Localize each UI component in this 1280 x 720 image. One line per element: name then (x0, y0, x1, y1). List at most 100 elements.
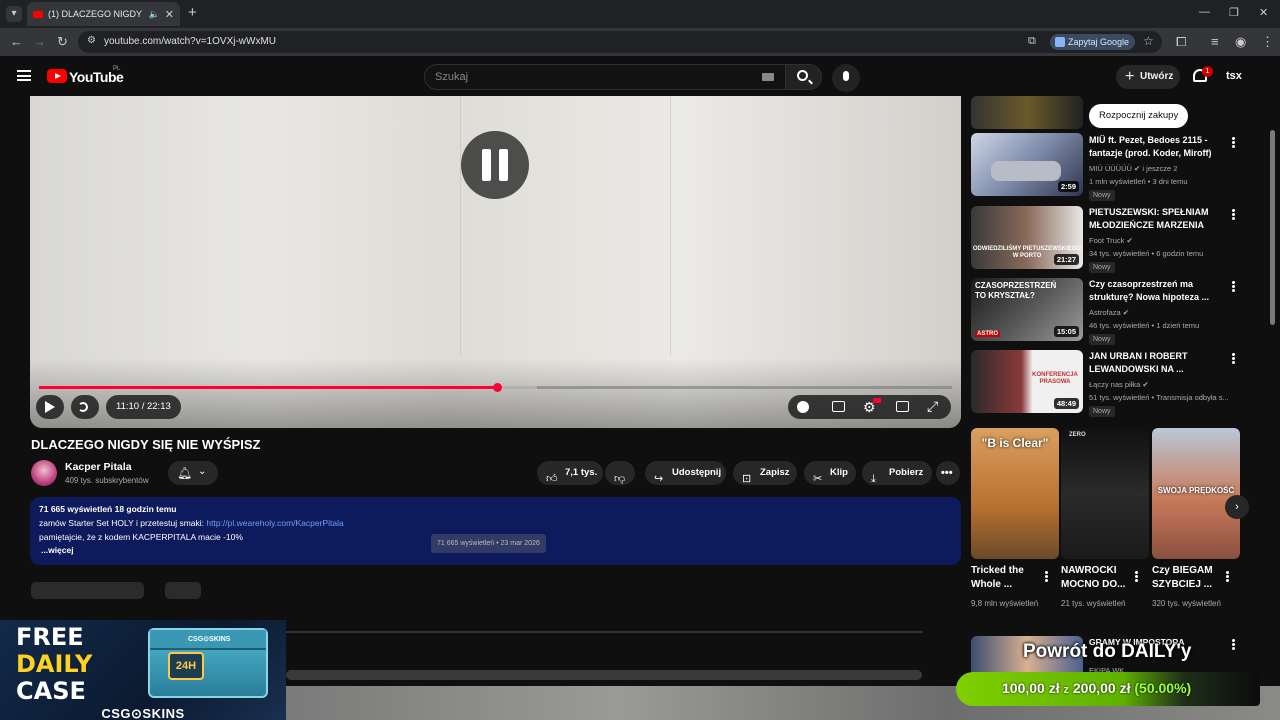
minimize-window-icon[interactable]: — (1199, 6, 1210, 18)
profile-icon[interactable]: ◉ (1235, 34, 1246, 50)
save-button[interactable]: ⊡ Zapisz (733, 461, 797, 485)
url-text[interactable]: youtube.com/watch?v=1OVXj-wWxMU (104, 36, 276, 47)
clip-button[interactable]: ✂ Klip (804, 461, 856, 485)
back-icon[interactable]: ← (10, 34, 23, 49)
video-title[interactable]: PIETUSZEWSKI: SPEŁNIAM MŁODZIEŃCZE MARZE… (1089, 206, 1224, 232)
page-scrollbar[interactable] (1270, 130, 1275, 325)
channel-avatar[interactable] (31, 460, 57, 486)
tab-title: (1) DLACZEGO NIGDY SIĘ N (48, 9, 144, 19)
short-overlay-text: ZERO (1069, 432, 1086, 438)
short-title[interactable]: Tricked the Whole ... (971, 564, 1046, 592)
guide-menu-icon[interactable] (17, 70, 31, 81)
video-title[interactable]: Czy czasoprzestrzeń ma strukturę? Nowa h… (1089, 278, 1224, 304)
video-channel[interactable]: Foot Truck ✔︎ (1089, 234, 1133, 247)
tab-search-dropdown-icon[interactable]: ▾ (6, 6, 22, 22)
video-channel[interactable]: MIÜ ÜÜÜÜÜ ✔︎ i jeszcze 2 (1089, 162, 1177, 175)
fullscreen-icon[interactable]: ⤢ (927, 398, 938, 415)
search-button[interactable] (786, 64, 822, 90)
browser-menu-icon[interactable]: ⋮ (1261, 34, 1274, 50)
subtitles-icon[interactable] (832, 401, 845, 412)
browser-tab-youtube[interactable]: (1) DLACZEGO NIGDY SIĘ N 🔈 ✕ (27, 2, 180, 26)
start-shopping-chip[interactable]: Rozpocznij zakupy (1089, 104, 1189, 128)
mute-button[interactable] (71, 395, 99, 419)
thumbs-down-icon: 👎︎ (614, 473, 626, 485)
extensions-icon[interactable]: ⧠ (1176, 34, 1186, 50)
progress-bar[interactable] (39, 383, 952, 392)
address-bar[interactable]: ⚙ youtube.com/watch?v=1OVXj-wWxMU ⧉ Zapy… (78, 31, 1162, 53)
search-input[interactable] (435, 69, 755, 85)
more-vert-icon[interactable] (1232, 639, 1235, 642)
video-title[interactable]: MIÜ ft. Pezet, Bedoes 2115 - fantazje (p… (1089, 134, 1224, 160)
thumbnail-brand: ASTRO (975, 331, 1000, 337)
video-thumbnail[interactable]: CZASOPRZESTRZEŃ TO KRYSZTAŁ? ASTRO 15:05 (971, 278, 1083, 341)
site-info-icon[interactable]: ⚙ (87, 35, 96, 46)
more-vert-icon[interactable] (1232, 281, 1235, 284)
create-button[interactable]: Utwórz (1116, 65, 1180, 89)
youtube-logo-icon[interactable] (47, 69, 67, 83)
new-tab-icon[interactable]: + (188, 4, 197, 21)
channel-name[interactable]: Kacper Pitala (65, 461, 132, 473)
description-link[interactable]: http://pl.weareholy.com/KacperPitala (206, 518, 343, 528)
short-title[interactable]: NAWROCKI MOCNO DO... (1061, 564, 1136, 592)
short-thumbnail[interactable]: "B is Clear" (971, 428, 1059, 559)
speaker-icon[interactable]: 🔈 (149, 9, 160, 20)
bookmark-star-icon[interactable]: ☆ (1143, 34, 1154, 48)
search-icon (797, 70, 808, 81)
hd-badge-icon (873, 398, 881, 403)
video-thumbnail[interactable]: ODWIEDZILIŚMY PIETUSZEWSKIEGO W PORTO 21… (971, 206, 1083, 269)
description-box[interactable]: 71 665 wyświetleń 18 godzin temu zamów S… (30, 497, 961, 565)
short-thumbnail[interactable]: ZERO (1061, 428, 1149, 559)
short-title[interactable]: Czy BIEGAM SZYBCIEJ ... (1152, 564, 1227, 592)
more-vert-icon[interactable] (1232, 353, 1235, 356)
short-overlay-text: "B is Clear" (981, 436, 1049, 450)
video-title[interactable]: JAN URBAN I ROBERT LEWANDOWSKI NA ... (1089, 350, 1224, 376)
download-label: Pobierz (889, 467, 924, 478)
more-vert-icon[interactable] (1232, 209, 1235, 212)
autoplay-toggle-icon[interactable] (797, 401, 809, 413)
thumbnail-car-shape (991, 161, 1061, 181)
video-channel[interactable]: Łączy nas piłka ✔︎ (1089, 378, 1149, 391)
theater-mode-icon[interactable] (896, 401, 909, 412)
maximize-window-icon[interactable]: ❐ (1229, 6, 1239, 19)
ask-google-button[interactable]: Zapytaj Google (1050, 34, 1136, 50)
description-more-link[interactable]: ...więcej (41, 545, 74, 555)
goal-target: 200,00 zł (1072, 680, 1131, 696)
shorts-next-button[interactable]: › (1225, 495, 1249, 519)
video-duration: 21:27 (1053, 254, 1079, 265)
reload-icon[interactable]: ↻ (57, 34, 68, 50)
video-player[interactable]: 11:10 / 22:13 ⚙ ⤢ (30, 96, 961, 428)
more-vert-icon[interactable] (1045, 571, 1048, 574)
more-vert-icon[interactable] (1226, 571, 1229, 574)
account-avatar[interactable]: tsx (1226, 70, 1242, 82)
forward-icon[interactable]: → (33, 34, 46, 49)
video-thumbnail[interactable] (971, 96, 1083, 129)
more-vert-icon[interactable] (1232, 137, 1235, 140)
video-thumbnail[interactable]: 2:59 (971, 133, 1083, 196)
more-actions-button[interactable]: ••• (936, 461, 960, 485)
share-button[interactable]: ↪ Udostępnij (645, 461, 726, 485)
cast-icon[interactable]: ⧉ (1028, 35, 1036, 48)
keyboard-icon[interactable] (762, 73, 774, 81)
more-horizontal-icon: ••• (941, 467, 953, 479)
chest-24h-label: 24H (168, 652, 204, 680)
more-vert-icon[interactable] (1135, 571, 1138, 574)
big-pause-icon[interactable] (461, 131, 529, 199)
like-button[interactable]: 👍︎ 7,1 tys. (537, 461, 603, 485)
dislike-button[interactable]: 👎︎ (605, 461, 635, 485)
search-box[interactable] (424, 64, 786, 90)
video-channel[interactable]: Astrofaza ✔︎ (1089, 306, 1129, 319)
close-window-icon[interactable]: ✕ (1259, 6, 1268, 19)
video-thumbnail[interactable]: KONFERENCJA PRASOWA 48:49 (971, 350, 1083, 413)
media-control-icon[interactable]: ≡ (1211, 34, 1219, 49)
short-thumbnail[interactable]: SWOJA PRĘDKOŚĆ (1152, 428, 1240, 559)
play-button[interactable] (36, 395, 64, 419)
video-frame-detail (670, 96, 671, 356)
subscription-notifications-button[interactable]: 🔔︎ ⌄ (168, 461, 218, 485)
close-tab-icon[interactable]: ✕ (165, 8, 174, 21)
video-meta: 51 tys. wyświetleń • Transmisja odbyła s… (1089, 393, 1229, 402)
goal-connector: z (1063, 684, 1070, 696)
download-button[interactable]: ⤓ Pobierz (862, 461, 932, 485)
ad-brand: CSG⊙SKINS (101, 706, 185, 720)
voice-search-button[interactable] (832, 64, 860, 92)
volume-icon (78, 402, 88, 412)
